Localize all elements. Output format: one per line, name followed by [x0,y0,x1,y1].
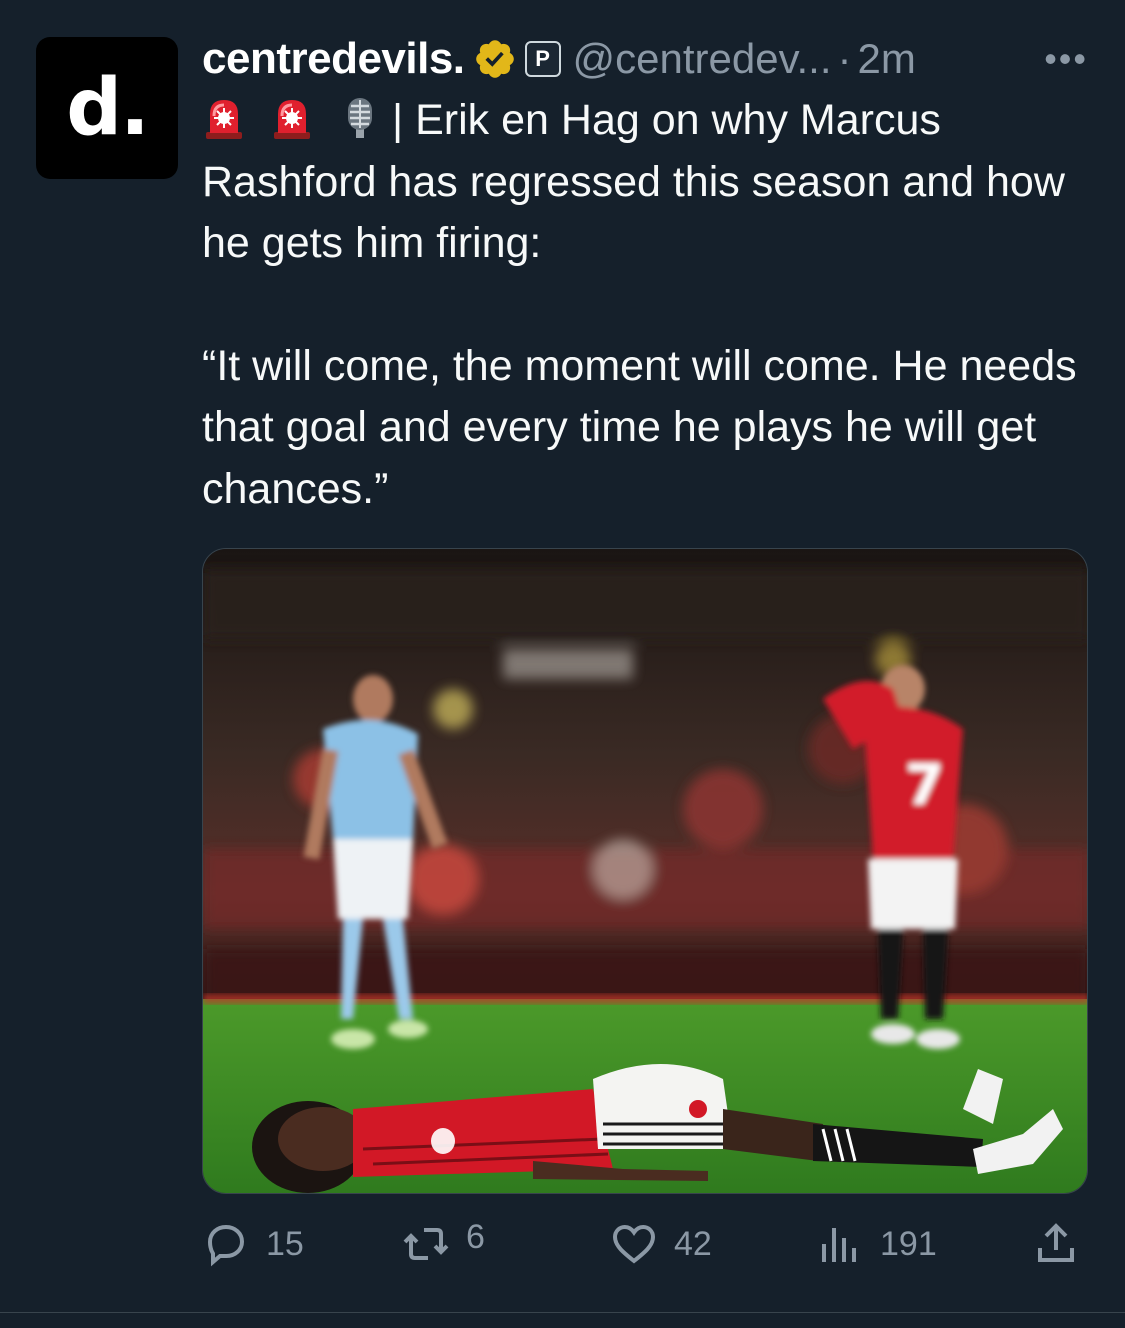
football-photo-image: 7 [203,549,1087,1193]
heart-icon [612,1224,656,1264]
tweet-text-line1: | Erik en Hag on why Marcus Rashford has… [202,96,1065,267]
tweet-text: | Erik en Hag on why Marcus Rashford has… [202,90,1082,520]
retweet-button[interactable]: 6 [402,1217,485,1268]
microphone-emoji [338,96,382,140]
police-light-emoji [202,96,246,140]
timestamp[interactable]: 2m [858,35,916,83]
verified-badge-icon[interactable] [473,37,517,81]
tweet-actions: 15 6 42 191 [202,1217,1082,1276]
tweet-quote: “It will come, the moment will come. He … [202,341,1077,513]
svg-text:7: 7 [905,753,944,818]
like-button[interactable]: 42 [610,1220,712,1268]
retweet-count: 6 [466,1217,485,1256]
divider [0,1312,1125,1313]
affiliate-badge-icon[interactable]: P [524,41,561,77]
tweet-content: centredevils. P @centredev... · 2m ••• |… [202,24,1092,520]
retweet-icon [403,1228,449,1260]
share-icon [1038,1223,1074,1262]
reply-button[interactable]: 15 [202,1220,304,1268]
reply-count: 15 [266,1224,304,1263]
tweet[interactable]: d. centredevils. P @centredev... · 2m ••… [0,0,1125,1328]
more-options-icon[interactable]: ••• [1044,38,1088,80]
tweet-header: centredevils. P @centredev... · 2m ••• [202,24,1092,94]
separator: · [837,35,852,82]
share-button[interactable] [1032,1220,1080,1268]
views-count: 191 [880,1224,937,1263]
views-chart-icon [822,1228,856,1262]
reply-icon [207,1224,245,1267]
views-button[interactable]: 191 [816,1220,937,1268]
like-count: 42 [674,1224,712,1263]
tweet-photo[interactable]: 7 [202,548,1088,1194]
avatar-letter: d. [66,63,149,153]
display-name[interactable]: centredevils. [202,34,465,84]
police-light-emoji [270,96,314,140]
avatar[interactable]: d. [36,37,178,179]
affiliate-badge-letter: P [535,46,550,71]
handle[interactable]: @centredev... [573,35,832,83]
